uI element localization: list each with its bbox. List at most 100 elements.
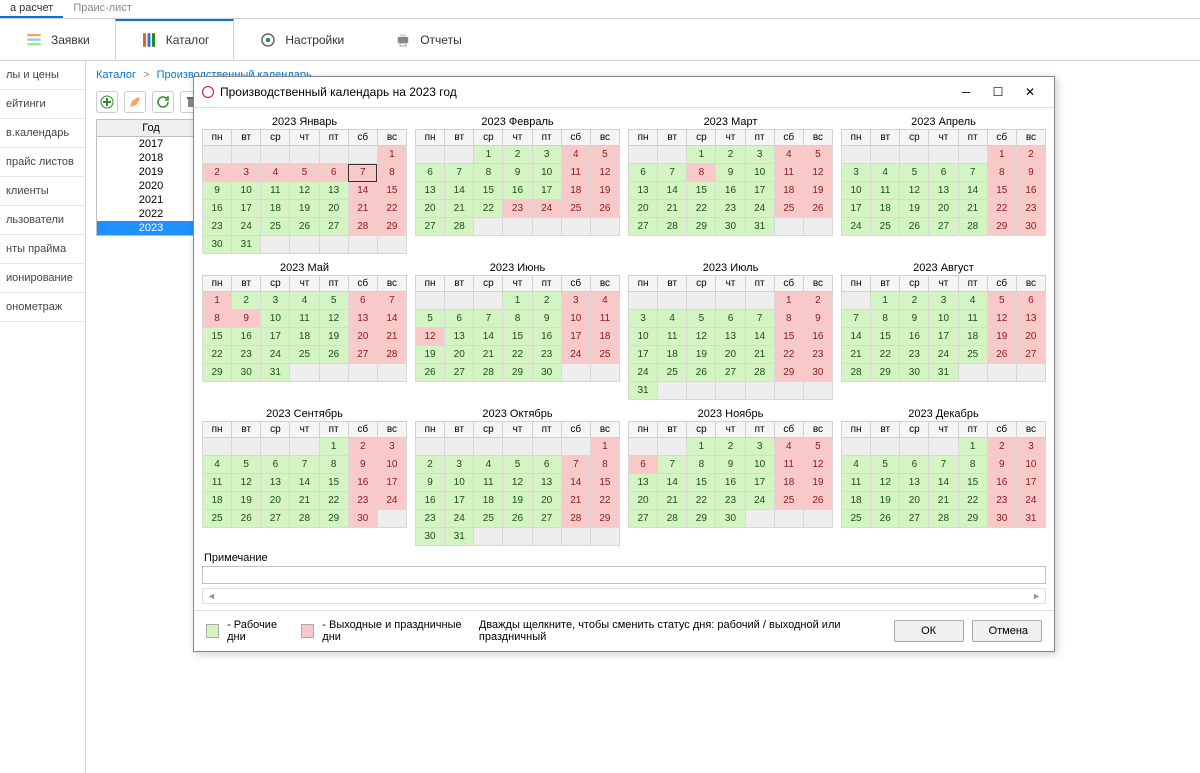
- day-cell[interactable]: 18: [590, 328, 619, 346]
- tab-orders[interactable]: Заявки: [0, 19, 115, 60]
- day-cell[interactable]: 27: [319, 218, 348, 236]
- day-cell[interactable]: 26: [290, 218, 319, 236]
- day-cell[interactable]: 25: [590, 346, 619, 364]
- day-cell[interactable]: 21: [745, 346, 774, 364]
- day-cell[interactable]: 21: [348, 200, 377, 218]
- day-cell[interactable]: 9: [203, 182, 232, 200]
- day-cell[interactable]: 14: [658, 474, 687, 492]
- day-cell[interactable]: 13: [629, 474, 658, 492]
- day-cell[interactable]: 30: [232, 364, 261, 382]
- day-cell[interactable]: 14: [561, 474, 590, 492]
- day-cell[interactable]: 23: [987, 492, 1016, 510]
- sidebar-item[interactable]: нты прайма: [0, 235, 85, 264]
- day-cell[interactable]: 5: [900, 164, 929, 182]
- day-cell[interactable]: 2: [900, 292, 929, 310]
- day-cell[interactable]: 8: [590, 456, 619, 474]
- day-cell[interactable]: 14: [745, 328, 774, 346]
- ok-button[interactable]: ОК: [894, 620, 964, 642]
- day-cell[interactable]: 17: [261, 328, 290, 346]
- day-cell[interactable]: 18: [774, 474, 803, 492]
- day-cell[interactable]: 24: [929, 346, 958, 364]
- day-cell[interactable]: 4: [774, 146, 803, 164]
- day-cell[interactable]: 8: [774, 310, 803, 328]
- day-cell[interactable]: 4: [774, 438, 803, 456]
- top-tab[interactable]: Праис-лист: [63, 0, 142, 18]
- day-cell[interactable]: 15: [687, 474, 716, 492]
- day-cell[interactable]: 1: [774, 292, 803, 310]
- day-cell[interactable]: 6: [261, 456, 290, 474]
- day-cell[interactable]: 27: [900, 510, 929, 528]
- year-row[interactable]: 2017: [97, 137, 205, 151]
- day-cell[interactable]: 5: [803, 146, 832, 164]
- day-cell[interactable]: 6: [716, 310, 745, 328]
- day-cell[interactable]: 4: [261, 164, 290, 182]
- day-cell[interactable]: 22: [871, 346, 900, 364]
- year-column-header[interactable]: Год: [97, 120, 205, 137]
- day-cell[interactable]: 29: [958, 510, 987, 528]
- day-cell[interactable]: 15: [377, 182, 406, 200]
- day-cell[interactable]: 8: [987, 164, 1016, 182]
- day-cell[interactable]: 28: [290, 510, 319, 528]
- day-cell[interactable]: 24: [561, 346, 590, 364]
- year-row[interactable]: 2023: [97, 221, 205, 235]
- maximize-button[interactable]: ☐: [982, 81, 1014, 103]
- day-cell[interactable]: 8: [377, 164, 406, 182]
- day-cell[interactable]: 16: [232, 328, 261, 346]
- day-cell[interactable]: 21: [377, 328, 406, 346]
- day-cell[interactable]: 1: [377, 146, 406, 164]
- day-cell[interactable]: 19: [590, 182, 619, 200]
- day-cell[interactable]: 26: [803, 200, 832, 218]
- day-cell[interactable]: 1: [871, 292, 900, 310]
- day-cell[interactable]: 30: [716, 218, 745, 236]
- day-cell[interactable]: 2: [203, 164, 232, 182]
- day-cell[interactable]: 9: [716, 164, 745, 182]
- day-cell[interactable]: 17: [532, 182, 561, 200]
- day-cell[interactable]: 22: [377, 200, 406, 218]
- day-cell[interactable]: 27: [629, 510, 658, 528]
- day-cell[interactable]: 8: [958, 456, 987, 474]
- day-cell[interactable]: 1: [319, 438, 348, 456]
- day-cell[interactable]: 31: [445, 528, 474, 546]
- day-cell[interactable]: 26: [987, 346, 1016, 364]
- day-cell[interactable]: 22: [687, 492, 716, 510]
- day-cell[interactable]: 6: [416, 164, 445, 182]
- sidebar-item[interactable]: ейтинги: [0, 90, 85, 119]
- day-cell[interactable]: 10: [745, 456, 774, 474]
- day-cell[interactable]: 4: [871, 164, 900, 182]
- day-cell[interactable]: 22: [474, 200, 503, 218]
- day-cell[interactable]: 23: [716, 492, 745, 510]
- day-cell[interactable]: 13: [716, 328, 745, 346]
- day-cell[interactable]: 21: [445, 200, 474, 218]
- day-cell[interactable]: 20: [261, 492, 290, 510]
- day-cell[interactable]: 31: [261, 364, 290, 382]
- day-cell[interactable]: 2: [803, 292, 832, 310]
- day-cell[interactable]: 3: [377, 438, 406, 456]
- sidebar-item[interactable]: онометраж: [0, 293, 85, 322]
- day-cell[interactable]: 22: [590, 492, 619, 510]
- day-cell[interactable]: 29: [590, 510, 619, 528]
- day-cell[interactable]: 4: [474, 456, 503, 474]
- day-cell[interactable]: 15: [319, 474, 348, 492]
- day-cell[interactable]: 29: [774, 364, 803, 382]
- day-cell[interactable]: 21: [929, 492, 958, 510]
- day-cell[interactable]: 29: [687, 510, 716, 528]
- day-cell[interactable]: 25: [871, 218, 900, 236]
- day-cell[interactable]: 26: [232, 510, 261, 528]
- year-row[interactable]: 2020: [97, 179, 205, 193]
- day-cell[interactable]: 9: [232, 310, 261, 328]
- day-cell[interactable]: 7: [348, 164, 377, 182]
- tab-reports[interactable]: Отчеты: [369, 19, 486, 60]
- day-cell[interactable]: 3: [232, 164, 261, 182]
- sidebar-item[interactable]: клиенты: [0, 177, 85, 206]
- day-cell[interactable]: 20: [445, 346, 474, 364]
- day-cell[interactable]: 12: [803, 456, 832, 474]
- day-cell[interactable]: 11: [261, 182, 290, 200]
- day-cell[interactable]: 5: [319, 292, 348, 310]
- day-cell[interactable]: 7: [929, 456, 958, 474]
- day-cell[interactable]: 6: [319, 164, 348, 182]
- day-cell[interactable]: 22: [774, 346, 803, 364]
- sidebar-item[interactable]: прайс листов: [0, 148, 85, 177]
- day-cell[interactable]: 18: [474, 492, 503, 510]
- day-cell[interactable]: 10: [561, 310, 590, 328]
- day-cell[interactable]: 16: [203, 200, 232, 218]
